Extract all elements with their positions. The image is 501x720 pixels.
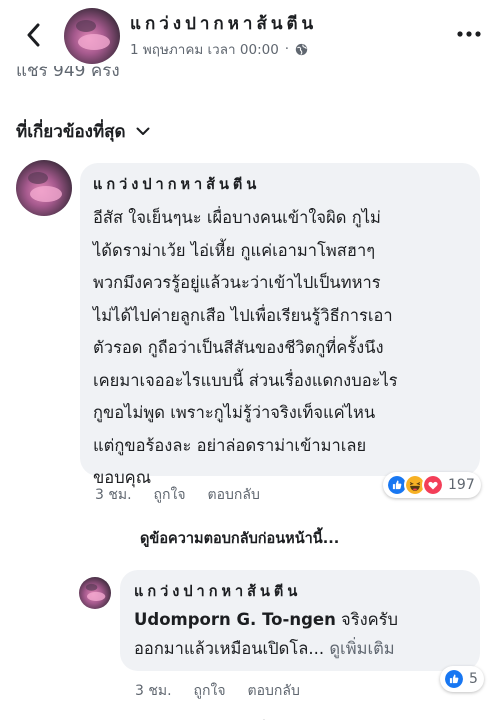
reply-button[interactable]: ตอบกลับ	[248, 680, 300, 702]
reaction-count: 5	[469, 671, 478, 687]
reply-bubble: แกว่งปากหาส้นตีน Udomporn G. To-ngen จริ…	[120, 570, 480, 671]
next-item-partial	[240, 712, 280, 720]
reply-button[interactable]: ตอบกลับ	[208, 484, 260, 506]
reaction-summary[interactable]: 197	[383, 472, 481, 498]
reply-line: ออกมาแล้วเหมือนเปิดโล... ดูเพิ่มเติม	[134, 634, 466, 663]
reply-author[interactable]: แกว่งปากหาส้นตีน	[134, 580, 466, 603]
like-button[interactable]: ถูกใจ	[154, 484, 186, 506]
comment-text: อีสัส ใจเย็นๆนะ เผื่อบางคนเข้าใจผิด กูไม…	[93, 202, 464, 495]
mention-link[interactable]: Udomporn G. To-ngen	[134, 610, 336, 629]
reply-line: Udomporn G. To-ngen จริงครับ	[134, 605, 466, 634]
reply-text-part: ออกมาแล้วเหมือนเปิดโล...	[134, 639, 325, 658]
reaction-count: 197	[448, 477, 475, 493]
avatar[interactable]	[64, 8, 120, 64]
back-button[interactable]	[18, 18, 48, 52]
globe-icon	[295, 43, 308, 55]
avatar[interactable]	[16, 160, 72, 216]
comment-author[interactable]: แกว่งปากหาส้นตีน	[93, 173, 464, 196]
more-options-button[interactable]	[453, 24, 485, 44]
avatar[interactable]	[79, 577, 111, 609]
reply-time[interactable]: 3 ชม.	[135, 680, 172, 702]
comment-time[interactable]: 3 ชม.	[95, 484, 132, 506]
like-button[interactable]: ถูกใจ	[194, 680, 226, 702]
meta-separator: ·	[284, 41, 290, 57]
comment-line: ได้ดราม่าเว้ย ไอ่เหี้ย กูแค่เอามาโพสฮาๆ	[93, 240, 376, 260]
view-previous-replies-link[interactable]: ดูข้อความตอบกลับก่อนหน้านี้...	[140, 527, 339, 550]
post-header: แกว่งปากหาส้นตีน 1 พฤษภาคม เวลา 00:00 ·	[0, 0, 501, 72]
like-icon	[443, 668, 465, 690]
reply-text: Udomporn G. To-ngen จริงครับ ออกมาแล้วเห…	[134, 605, 466, 663]
shares-count[interactable]: แชร์ 949 ครั้ง	[16, 66, 216, 84]
more-dots-icon	[457, 31, 481, 37]
reply-text-part: จริงครับ	[335, 610, 399, 629]
comment-line: ตัวรอด กูถือว่าเป็นสีสันของชีวิตกูที่ครั…	[93, 338, 384, 357]
comment-line: อีสัส ใจเย็นๆนะ เผื่อบางคนเข้าใจผิด กูไม…	[93, 208, 381, 227]
love-icon	[422, 474, 444, 496]
reply-actions: 3 ชม. ถูกใจ ตอบกลับ	[135, 680, 300, 702]
comment-actions: 3 ชม. ถูกใจ ตอบกลับ	[95, 484, 260, 506]
comment-bubble: แกว่งปากหาส้นตีน อีสัส ใจเย็นๆนะ เผื่อบา…	[80, 163, 480, 487]
see-more-link[interactable]: ดูเพิ่มเติม	[329, 639, 394, 658]
filter-label: ที่เกี่ยวข้องที่สุด	[16, 122, 126, 142]
post-date[interactable]: 1 พฤษภาคม เวลา 00:00	[130, 38, 279, 60]
comment-line: ไม่ได้ไปค่ายลูกเสือ ไปเพื่อเรียนรู้วิธีก…	[93, 305, 393, 325]
post-meta: 1 พฤษภาคม เวลา 00:00 ·	[130, 38, 308, 60]
chevron-left-icon	[27, 23, 40, 47]
comment-line: แต่กูขอร้องละ อย่าล่อดราม่าเข้ามาเลย	[93, 435, 367, 455]
reaction-summary[interactable]: 5	[440, 666, 484, 692]
page-name[interactable]: แกว่งปากหาส้นตีน	[130, 10, 317, 37]
comment-line: เคยมาเจออะไรแบบนี้ ส่วนเรื่องแดกงบอะไร	[93, 370, 398, 390]
comment-line: พวกมึงควรรู้อยู่แล้วนะว่าเข้าไปเป็นทหาร	[93, 273, 381, 292]
comment-filter-dropdown[interactable]: ที่เกี่ยวข้องที่สุด	[16, 118, 150, 145]
comment-line: กูขอไม่พูด เพราะกูไม่รู้ว่าจริงเท็จแค่ไห…	[93, 403, 376, 422]
chevron-down-icon	[136, 127, 150, 135]
